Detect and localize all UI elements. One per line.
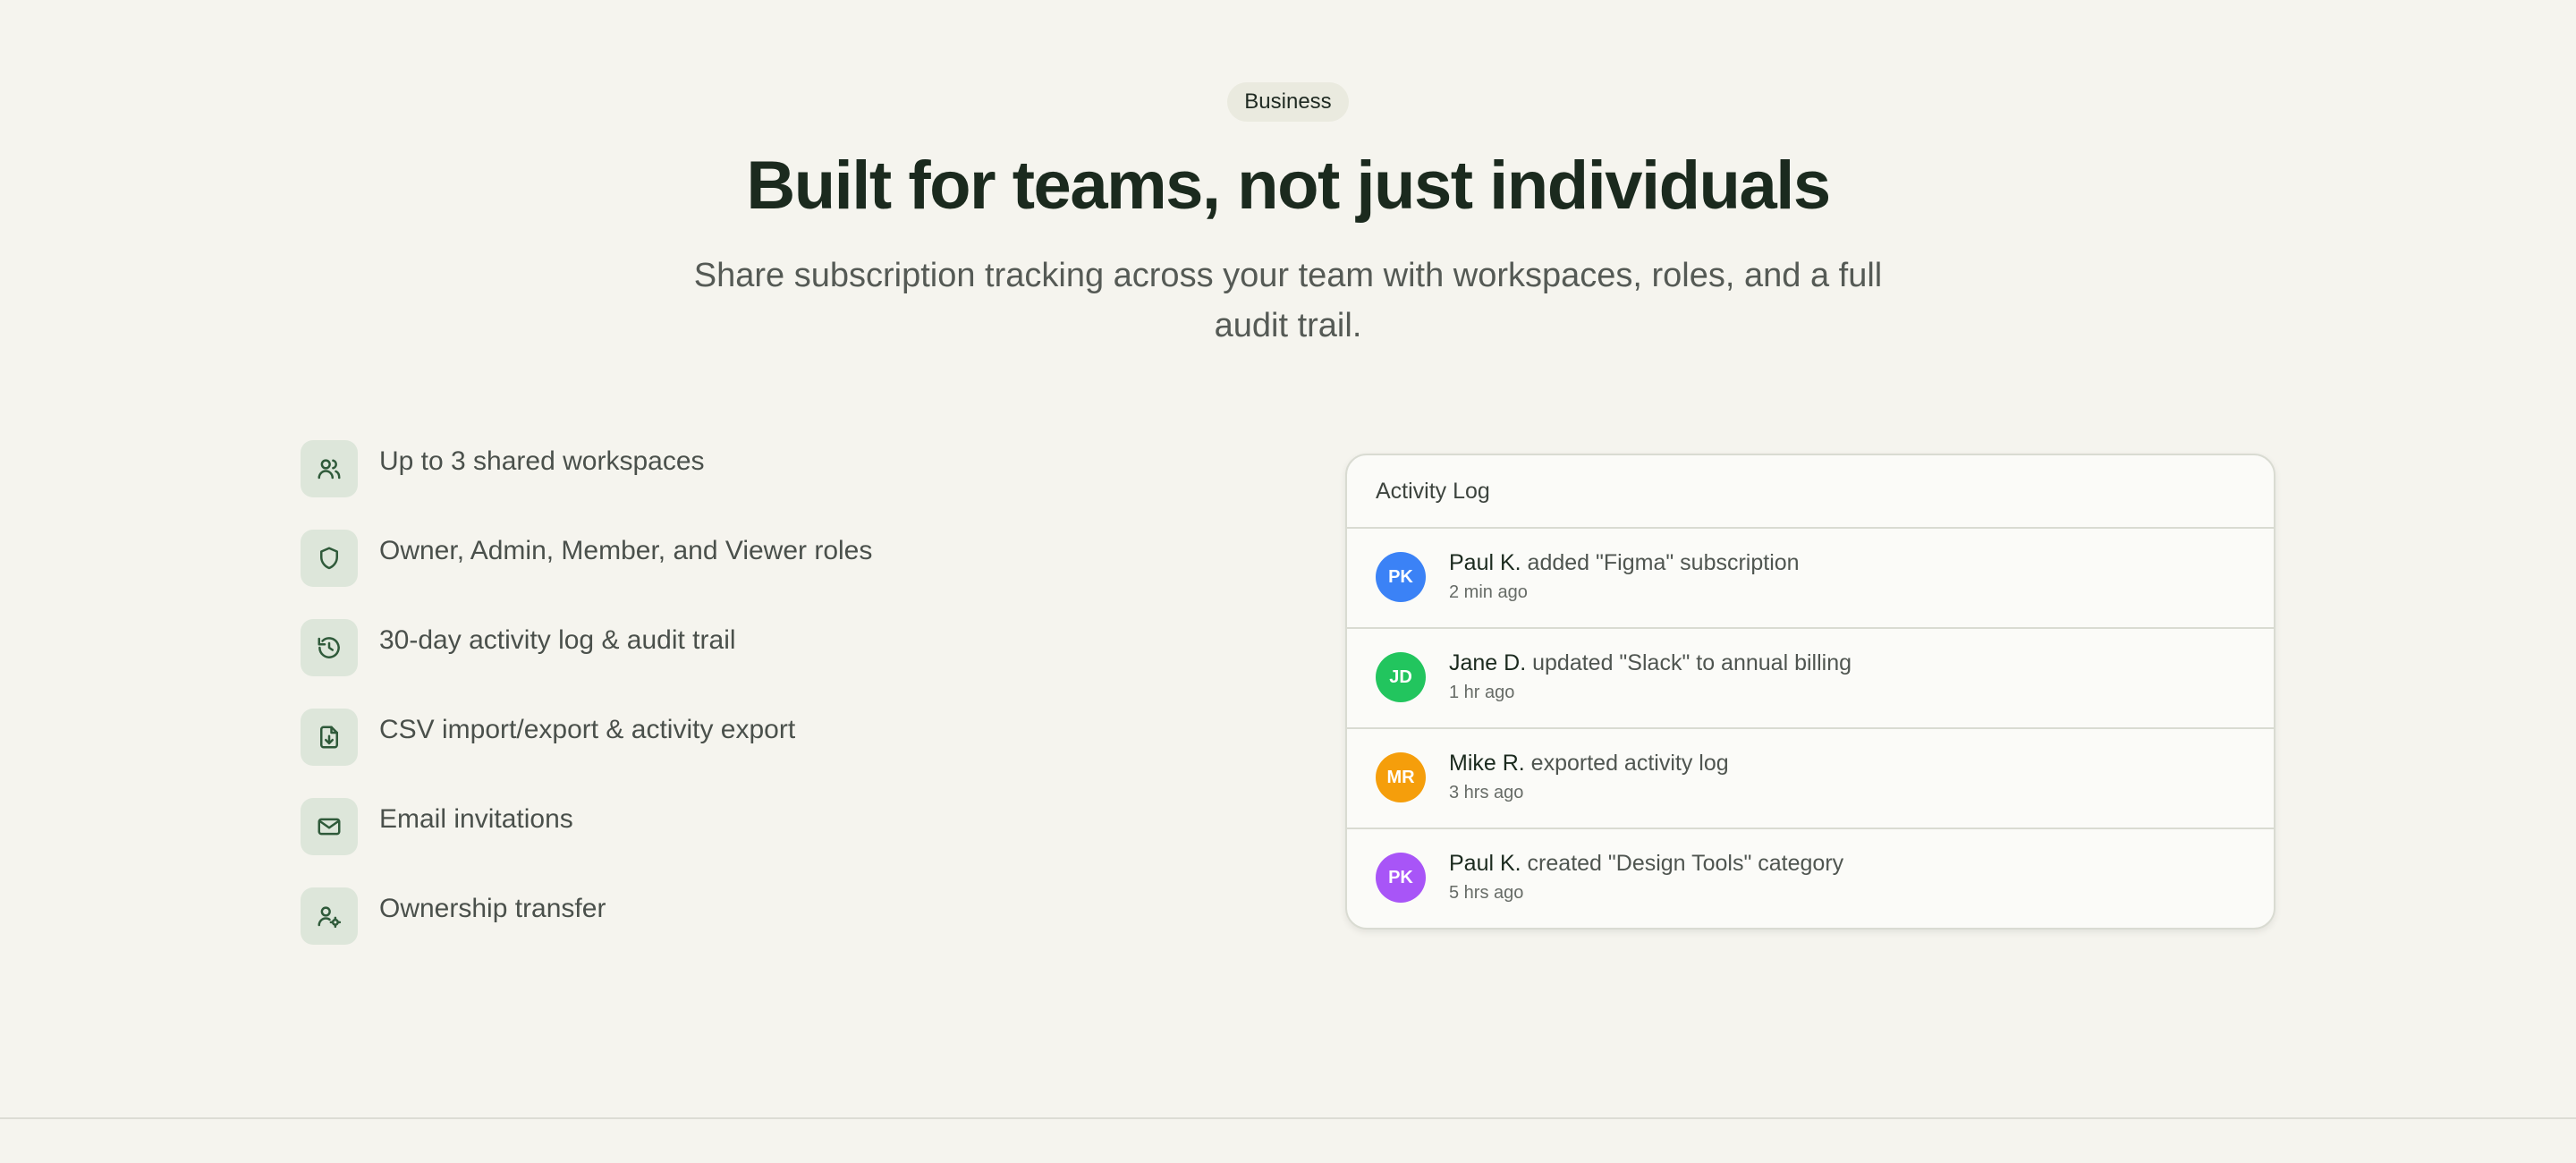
activity-text: Paul K. created "Design Tools" category	[1449, 851, 1843, 877]
section-badge: Business	[1227, 82, 1349, 122]
activity-action: updated "Slack" to annual billing	[1526, 650, 1852, 675]
activity-user: Mike R.	[1449, 751, 1525, 776]
activity-log-title: Activity Log	[1347, 455, 2274, 529]
activity-text: Mike R. exported activity log	[1449, 751, 1729, 777]
feature-item: CSV import/export & activity export	[301, 709, 1284, 798]
section-divider	[0, 1117, 2576, 1119]
feature-label: Up to 3 shared workspaces	[379, 446, 705, 476]
activity-entry: PK Paul K. created "Design Tools" catego…	[1347, 829, 2274, 928]
feature-list: Up to 3 shared workspaces Owner, Admin, …	[301, 440, 1284, 977]
feature-label: Owner, Admin, Member, and Viewer roles	[379, 536, 873, 565]
shield-icon	[301, 530, 358, 587]
avatar: PK	[1376, 853, 1426, 903]
feature-label: 30-day activity log & audit trail	[379, 625, 736, 655]
activity-action: exported activity log	[1524, 751, 1729, 776]
activity-time: 5 hrs ago	[1449, 883, 1524, 903]
feature-label: CSV import/export & activity export	[379, 715, 796, 744]
mail-icon	[301, 798, 358, 855]
feature-item: Email invitations	[301, 798, 1284, 887]
activity-user: Jane D.	[1449, 650, 1527, 675]
feature-label: Email invitations	[379, 804, 573, 834]
feature-item: Up to 3 shared workspaces	[301, 440, 1284, 530]
activity-text: Paul K. added "Figma" subscription	[1449, 550, 1800, 576]
user-cog-icon	[301, 887, 358, 945]
activity-entry: MR Mike R. exported activity log 3 hrs a…	[1347, 729, 2274, 829]
activity-user: Paul K.	[1449, 550, 1521, 575]
section-title: Built for teams, not just individuals	[746, 148, 1831, 224]
activity-action: added "Figma" subscription	[1521, 550, 1800, 575]
activity-time: 2 min ago	[1449, 582, 1528, 602]
avatar: PK	[1376, 552, 1426, 602]
feature-label: Ownership transfer	[379, 894, 606, 923]
file-download-icon	[301, 709, 358, 766]
section-subtitle: Share subscription tracking across your …	[693, 257, 1883, 344]
feature-item: Owner, Admin, Member, and Viewer roles	[301, 530, 1284, 619]
activity-entry: PK Paul K. added "Figma" subscription 2 …	[1347, 529, 2274, 629]
history-icon	[301, 619, 358, 676]
activity-entry: JD Jane D. updated "Slack" to annual bil…	[1347, 629, 2274, 729]
activity-text: Jane D. updated "Slack" to annual billin…	[1449, 650, 1852, 676]
activity-user: Paul K.	[1449, 851, 1521, 876]
activity-time: 1 hr ago	[1449, 683, 1515, 702]
activity-time: 3 hrs ago	[1449, 783, 1524, 802]
feature-item: 30-day activity log & audit trail	[301, 619, 1284, 709]
avatar: JD	[1376, 652, 1426, 702]
feature-item: Ownership transfer	[301, 887, 1284, 977]
activity-action: created "Design Tools" category	[1521, 851, 1844, 876]
avatar: MR	[1376, 752, 1426, 802]
activity-log-card: Activity Log PK Paul K. added "Figma" su…	[1345, 454, 2275, 930]
users-icon	[301, 440, 358, 497]
